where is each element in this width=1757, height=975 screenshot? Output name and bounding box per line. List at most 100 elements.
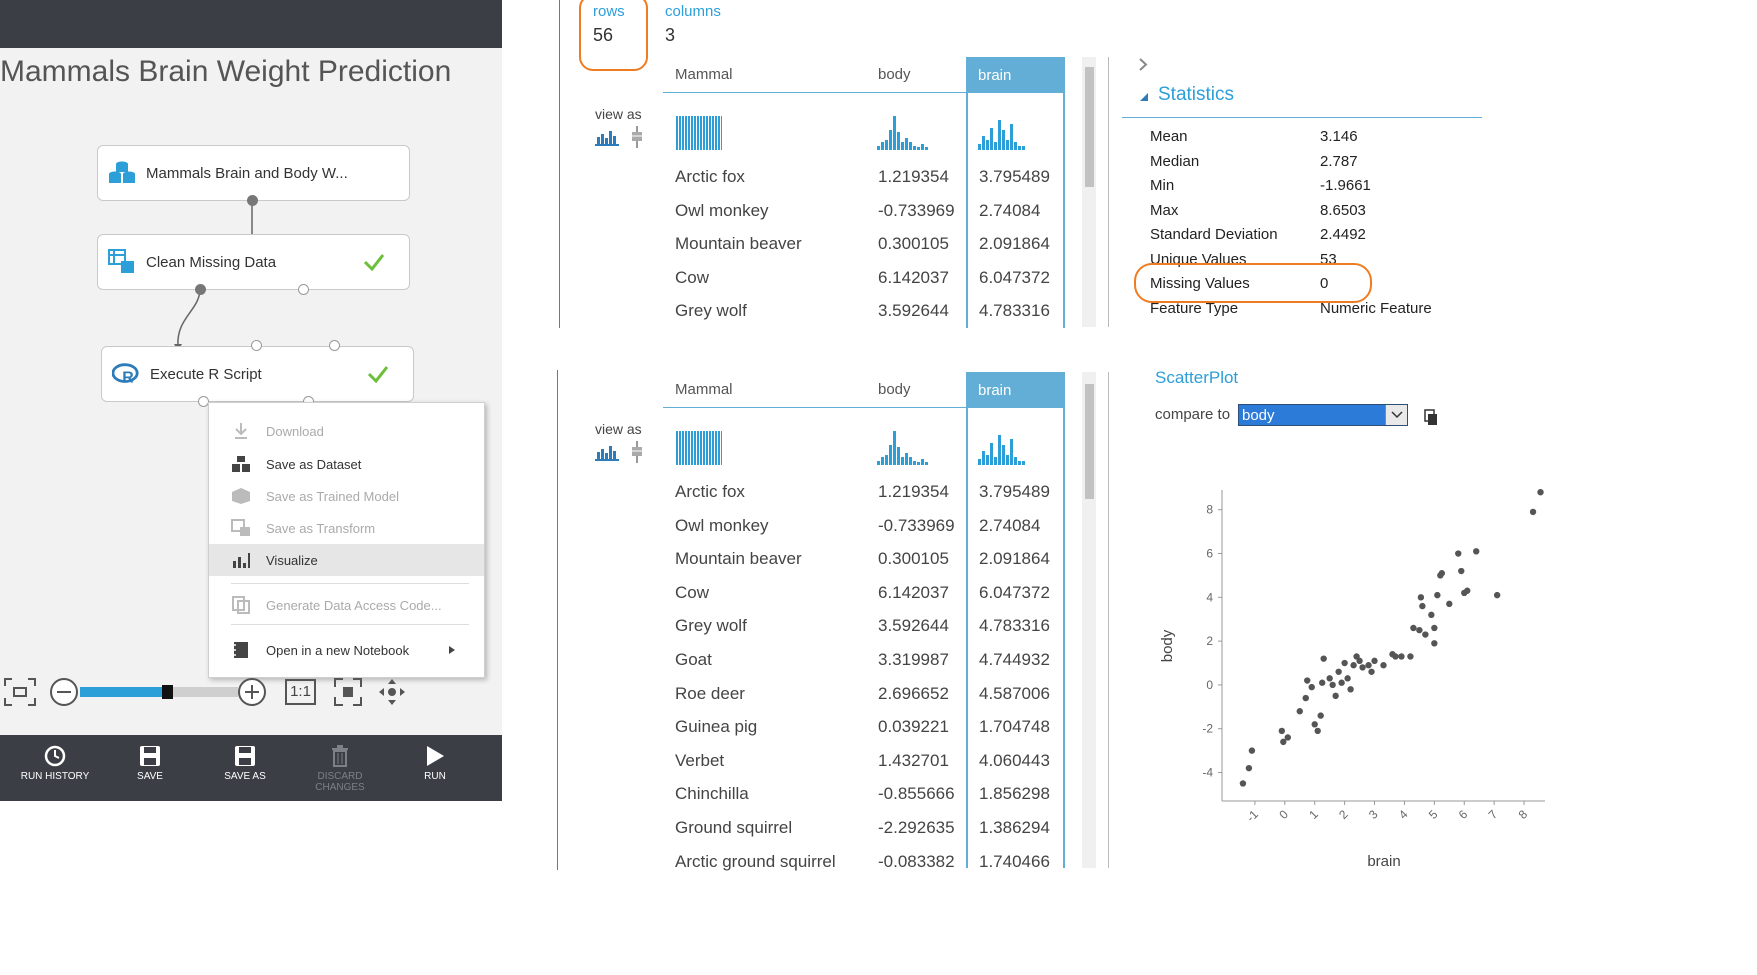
histogram-view-icon[interactable] bbox=[595, 128, 619, 146]
scatter-point bbox=[1350, 662, 1357, 669]
center-view-icon[interactable] bbox=[334, 678, 362, 706]
scatter-point bbox=[1278, 727, 1286, 735]
zoom-slider[interactable] bbox=[80, 685, 238, 699]
table-cell-body: 6.142037 bbox=[878, 267, 949, 287]
collapse-triangle-icon[interactable] bbox=[1139, 92, 1149, 102]
module-clean-missing-data[interactable]: Clean Missing Data bbox=[97, 234, 410, 290]
input-port[interactable] bbox=[251, 340, 262, 351]
dataset-icon bbox=[108, 159, 136, 187]
table-cell-mammal: Grey wolf bbox=[675, 301, 747, 321]
column-header-mammal[interactable]: Mammal bbox=[675, 381, 733, 398]
mammal-column-histogram bbox=[676, 116, 722, 150]
stat-value: -1.9661 bbox=[1320, 177, 1371, 194]
brain-column-histogram bbox=[978, 120, 1025, 150]
scatter-point bbox=[1537, 488, 1544, 496]
port-context-menu: Download Save as Dataset Save as Trained… bbox=[208, 402, 485, 678]
table-cell-mammal: Ground squirrel bbox=[675, 818, 793, 837]
save-button[interactable]: SAVE bbox=[105, 745, 195, 782]
boxplot-view-icon[interactable] bbox=[631, 126, 643, 148]
table-scrollbar-bottom[interactable] bbox=[1082, 372, 1096, 868]
output-port-right[interactable] bbox=[298, 284, 309, 295]
histogram-bar bbox=[709, 431, 711, 465]
menu-item-save-as-dataset[interactable]: Save as Dataset bbox=[209, 448, 484, 480]
menu-item-generate-data-access-code[interactable]: Generate Data Access Code... bbox=[209, 589, 484, 621]
module-dataset[interactable]: Mammals Brain and Body W... bbox=[97, 145, 410, 201]
checkmark-icon bbox=[363, 254, 385, 272]
view-as-label: view as bbox=[595, 106, 642, 122]
panel-border bbox=[557, 370, 558, 870]
menu-item-save-as-transform[interactable]: Save as Transform bbox=[209, 512, 484, 544]
scrollbar-thumb[interactable] bbox=[1085, 67, 1094, 187]
run-history-button[interactable]: RUN HISTORY bbox=[10, 745, 100, 782]
histogram-bar bbox=[715, 431, 717, 465]
selected-column-border-right bbox=[1063, 408, 1065, 868]
boxplot-view-icon[interactable] bbox=[631, 441, 643, 463]
menu-separator bbox=[231, 583, 469, 584]
histogram-bar bbox=[901, 142, 904, 150]
menu-item-open-in-notebook[interactable]: Open in a new Notebook bbox=[209, 634, 484, 666]
histogram-view-icon[interactable] bbox=[595, 443, 619, 461]
column-header-mammal[interactable]: Mammal bbox=[675, 66, 733, 83]
scrollbar-thumb[interactable] bbox=[1085, 384, 1094, 499]
column-header-body[interactable]: body bbox=[878, 381, 911, 398]
output-port[interactable] bbox=[247, 195, 258, 206]
column-header-body[interactable]: body bbox=[878, 66, 911, 83]
histogram-bar bbox=[718, 116, 720, 150]
menu-item-download[interactable]: Download bbox=[209, 415, 484, 447]
statistics-title[interactable]: Statistics bbox=[1158, 84, 1234, 106]
scatter-point bbox=[1311, 721, 1318, 728]
experiment-canvas[interactable]: Mammals Brain Weight Prediction Mammals … bbox=[0, 0, 502, 801]
menu-item-visualize[interactable]: Visualize bbox=[209, 544, 484, 576]
histogram-bar bbox=[1002, 445, 1005, 465]
scatter-point bbox=[1296, 708, 1303, 715]
input-port[interactable] bbox=[329, 340, 340, 351]
table-cell-brain: 2.091864 bbox=[979, 549, 1050, 569]
zoom-out-icon[interactable] bbox=[49, 677, 79, 707]
histogram-bar bbox=[982, 451, 985, 465]
stat-label: Min bbox=[1150, 177, 1175, 194]
zoom-in-icon[interactable] bbox=[237, 677, 267, 707]
histogram-bar bbox=[909, 457, 912, 465]
histogram-bar bbox=[978, 144, 981, 150]
x-tick-label: 5 bbox=[1426, 807, 1441, 822]
actual-size-button[interactable]: 1:1 bbox=[285, 679, 316, 705]
menu-item-save-as-trained-model[interactable]: Save as Trained Model bbox=[209, 480, 484, 512]
fit-to-screen-icon[interactable] bbox=[4, 678, 36, 706]
scatter-point bbox=[1332, 692, 1339, 700]
notebook-icon bbox=[232, 642, 248, 658]
column-header-brain[interactable]: brain bbox=[966, 57, 1065, 93]
code-icon bbox=[232, 596, 250, 614]
table-cell-mammal: Cow bbox=[675, 582, 710, 602]
column-header-brain[interactable]: brain bbox=[966, 372, 1065, 408]
table-cell-body: 2.696652 bbox=[878, 683, 949, 703]
table-cell-mammal: Owl monkey bbox=[675, 515, 769, 535]
compare-to-select[interactable]: body bbox=[1238, 404, 1408, 426]
histogram-bar bbox=[700, 431, 702, 465]
output-port-left[interactable] bbox=[195, 284, 206, 295]
scatter-point bbox=[1398, 653, 1405, 660]
histogram-bar bbox=[885, 140, 888, 150]
chevron-down-icon bbox=[1391, 411, 1403, 419]
histogram-bar bbox=[917, 147, 920, 150]
histogram-bar bbox=[921, 459, 924, 465]
copy-icon[interactable] bbox=[1424, 409, 1438, 426]
histogram-bar bbox=[893, 431, 896, 465]
run-button[interactable]: RUN bbox=[390, 745, 480, 782]
histogram-bar bbox=[990, 128, 993, 150]
module-execute-r-script[interactable]: R Execute R Script bbox=[101, 346, 414, 402]
select-dropdown-button[interactable] bbox=[1385, 405, 1407, 425]
scatter-point bbox=[1317, 712, 1324, 719]
table-cell-body: 1.219354 bbox=[878, 167, 949, 186]
table-cell-mammal: Mountain beaver bbox=[675, 549, 802, 569]
histogram-bar bbox=[889, 445, 892, 465]
discard-changes-button[interactable]: DISCARD CHANGES bbox=[295, 745, 385, 793]
pan-icon[interactable] bbox=[378, 678, 406, 706]
trained-model-icon bbox=[232, 488, 250, 504]
zoom-slider-thumb[interactable] bbox=[161, 685, 173, 699]
table-cell-body: 1.432701 bbox=[878, 750, 949, 770]
table-scrollbar-top[interactable] bbox=[1082, 57, 1096, 327]
save-as-button[interactable]: SAVE AS bbox=[200, 745, 290, 782]
histogram-bar bbox=[685, 116, 687, 150]
expand-arrow-icon[interactable] bbox=[1139, 58, 1148, 71]
y-tick-label: 4 bbox=[1206, 590, 1213, 604]
